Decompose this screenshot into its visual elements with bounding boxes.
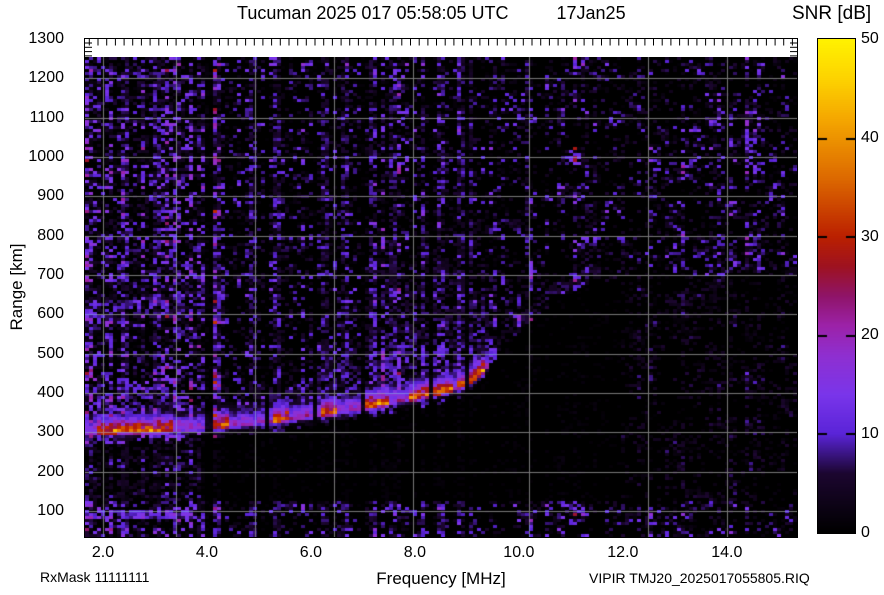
y-tick-label: 200	[37, 462, 64, 480]
colorbar-tick-label: 20	[861, 326, 879, 344]
x-tick-label: 4.0	[195, 544, 219, 561]
colorbar-tick-label: 40	[861, 128, 879, 146]
x-tick-label: 10.0	[503, 544, 535, 561]
y-tick-label: 1000	[28, 148, 64, 165]
x-tick-label: 14.0	[711, 544, 743, 561]
title-date: 17Jan25	[556, 3, 626, 23]
y-tick-label: 1200	[28, 69, 64, 87]
y-tick-label: 100	[37, 502, 64, 520]
y-axis-title: Range [km]	[7, 243, 26, 331]
colorbar	[817, 38, 856, 534]
title-station-time: Tucuman 2025 017 05:58:05 UTC	[237, 3, 509, 23]
y-tick-label: 1100	[29, 108, 64, 126]
colorbar-tick-label: 0	[861, 524, 870, 541]
ionogram-app: Tucuman 2025 017 05:58:05 UTC 17Jan25 SNR…	[0, 0, 884, 595]
plot-title: Tucuman 2025 017 05:58:05 UTC 17Jan25	[237, 3, 626, 24]
y-tick-label: 1300	[28, 30, 64, 47]
x-tick-label: 12.0	[607, 544, 639, 561]
x-tick-label: 8.0	[403, 544, 427, 561]
x-tick-label: 2.0	[91, 544, 115, 561]
colorbar-title: SNR [dB]	[792, 3, 872, 24]
rx-mask-text: RxMask 11111111	[40, 569, 150, 585]
axis-tick-combs	[85, 39, 797, 57]
colorbar-tick-label: 50	[861, 30, 879, 47]
plot-frame	[84, 38, 798, 538]
y-tick-label: 300	[37, 423, 64, 441]
x-axis-title: Frequency [MHz]	[376, 569, 506, 588]
data-file-id: VIPIR TMJ20_2025017055805.RIQ	[589, 570, 810, 586]
colorbar-tick-label: 10	[861, 425, 879, 443]
colorbar-tick-label: 30	[861, 227, 879, 245]
x-tick-label: 6.0	[299, 544, 323, 561]
